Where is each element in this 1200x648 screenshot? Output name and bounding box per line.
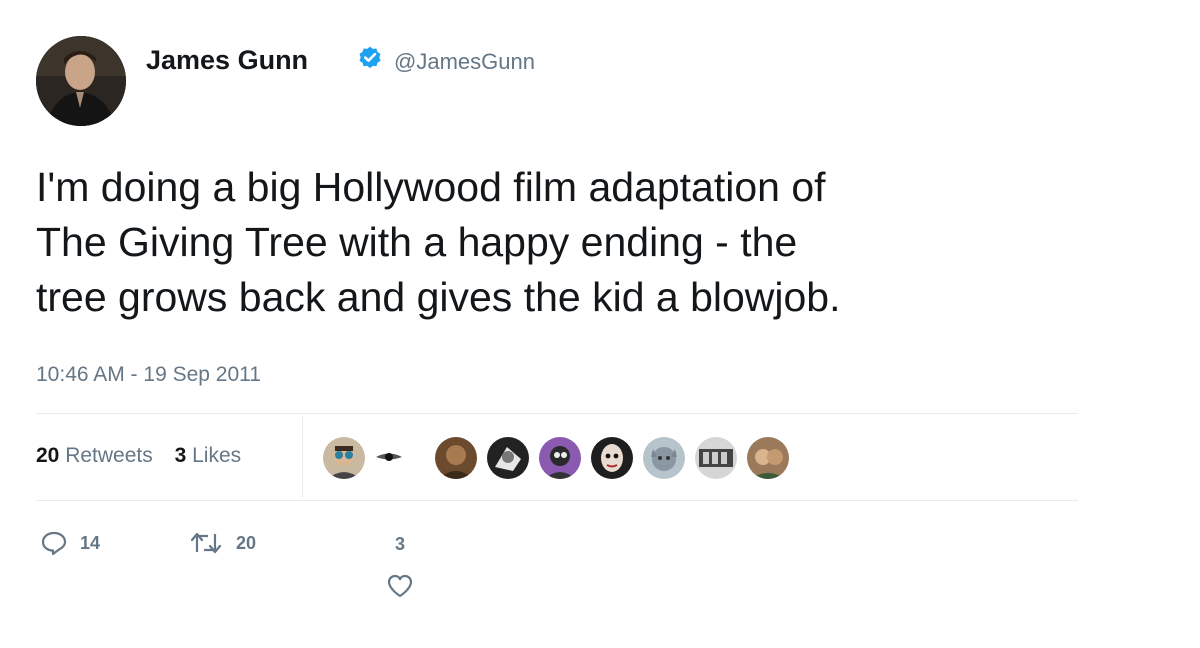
retweet-count: 20 bbox=[236, 532, 257, 553]
tweet-stats: 20 Retweets 3 Likes bbox=[36, 442, 241, 470]
retweets-count: 20 bbox=[36, 444, 60, 467]
liker-avatar-2-icon[interactable] bbox=[374, 442, 404, 472]
retweets-stat[interactable]: 20 Retweets bbox=[36, 444, 153, 467]
liker-avatar-1-icon[interactable] bbox=[322, 436, 366, 480]
display-name[interactable]: James Gunn bbox=[146, 42, 308, 78]
stats-separator bbox=[302, 416, 303, 498]
tweet-text-line: The Giving Tree with a happy ending - th… bbox=[36, 219, 798, 265]
reply-icon bbox=[41, 531, 67, 556]
tweet-timestamp[interactable]: 10:46 AM - 19 Sep 2011 bbox=[36, 362, 261, 388]
likes-stat[interactable]: 3 Likes bbox=[175, 444, 242, 467]
heart-icon bbox=[387, 574, 413, 598]
liker-avatar-6-icon[interactable] bbox=[590, 436, 634, 480]
tweet-text: I'm doing a big Hollywood film adaptatio… bbox=[36, 160, 1116, 325]
liker-avatar-4-icon[interactable] bbox=[486, 436, 530, 480]
retweets-label: Retweets bbox=[65, 444, 153, 467]
verified-badge-icon bbox=[359, 46, 381, 69]
liker-avatar-5-icon[interactable] bbox=[538, 436, 582, 480]
liker-avatar-9-icon[interactable] bbox=[746, 436, 790, 480]
divider bbox=[36, 413, 1078, 414]
divider bbox=[36, 500, 1078, 501]
reply-count: 14 bbox=[80, 532, 101, 553]
profile-photo-icon bbox=[36, 36, 126, 126]
reply-button[interactable]: 14 bbox=[40, 530, 100, 556]
retweet-button[interactable]: 20 bbox=[188, 530, 256, 556]
liker-avatar-8-icon[interactable] bbox=[694, 436, 738, 480]
avatar[interactable] bbox=[36, 36, 126, 126]
tweet-text-line: I'm doing a big Hollywood film adaptatio… bbox=[36, 164, 826, 210]
likes-count: 3 bbox=[174, 444, 187, 467]
tweet-card: James Gunn @JamesGunn I'm doing a big Ho… bbox=[0, 0, 1200, 648]
liker-avatar-7-icon[interactable] bbox=[642, 436, 686, 480]
tweet-text-line: tree grows back and gives the kid a blow… bbox=[36, 274, 841, 320]
like-count: 3 bbox=[394, 534, 405, 554]
user-handle[interactable]: @JamesGunn bbox=[394, 49, 535, 75]
retweet-icon bbox=[190, 532, 222, 554]
like-button[interactable]: 3 bbox=[386, 534, 414, 599]
likes-label: Likes bbox=[192, 444, 242, 467]
liker-avatar-3-icon[interactable] bbox=[434, 436, 478, 480]
